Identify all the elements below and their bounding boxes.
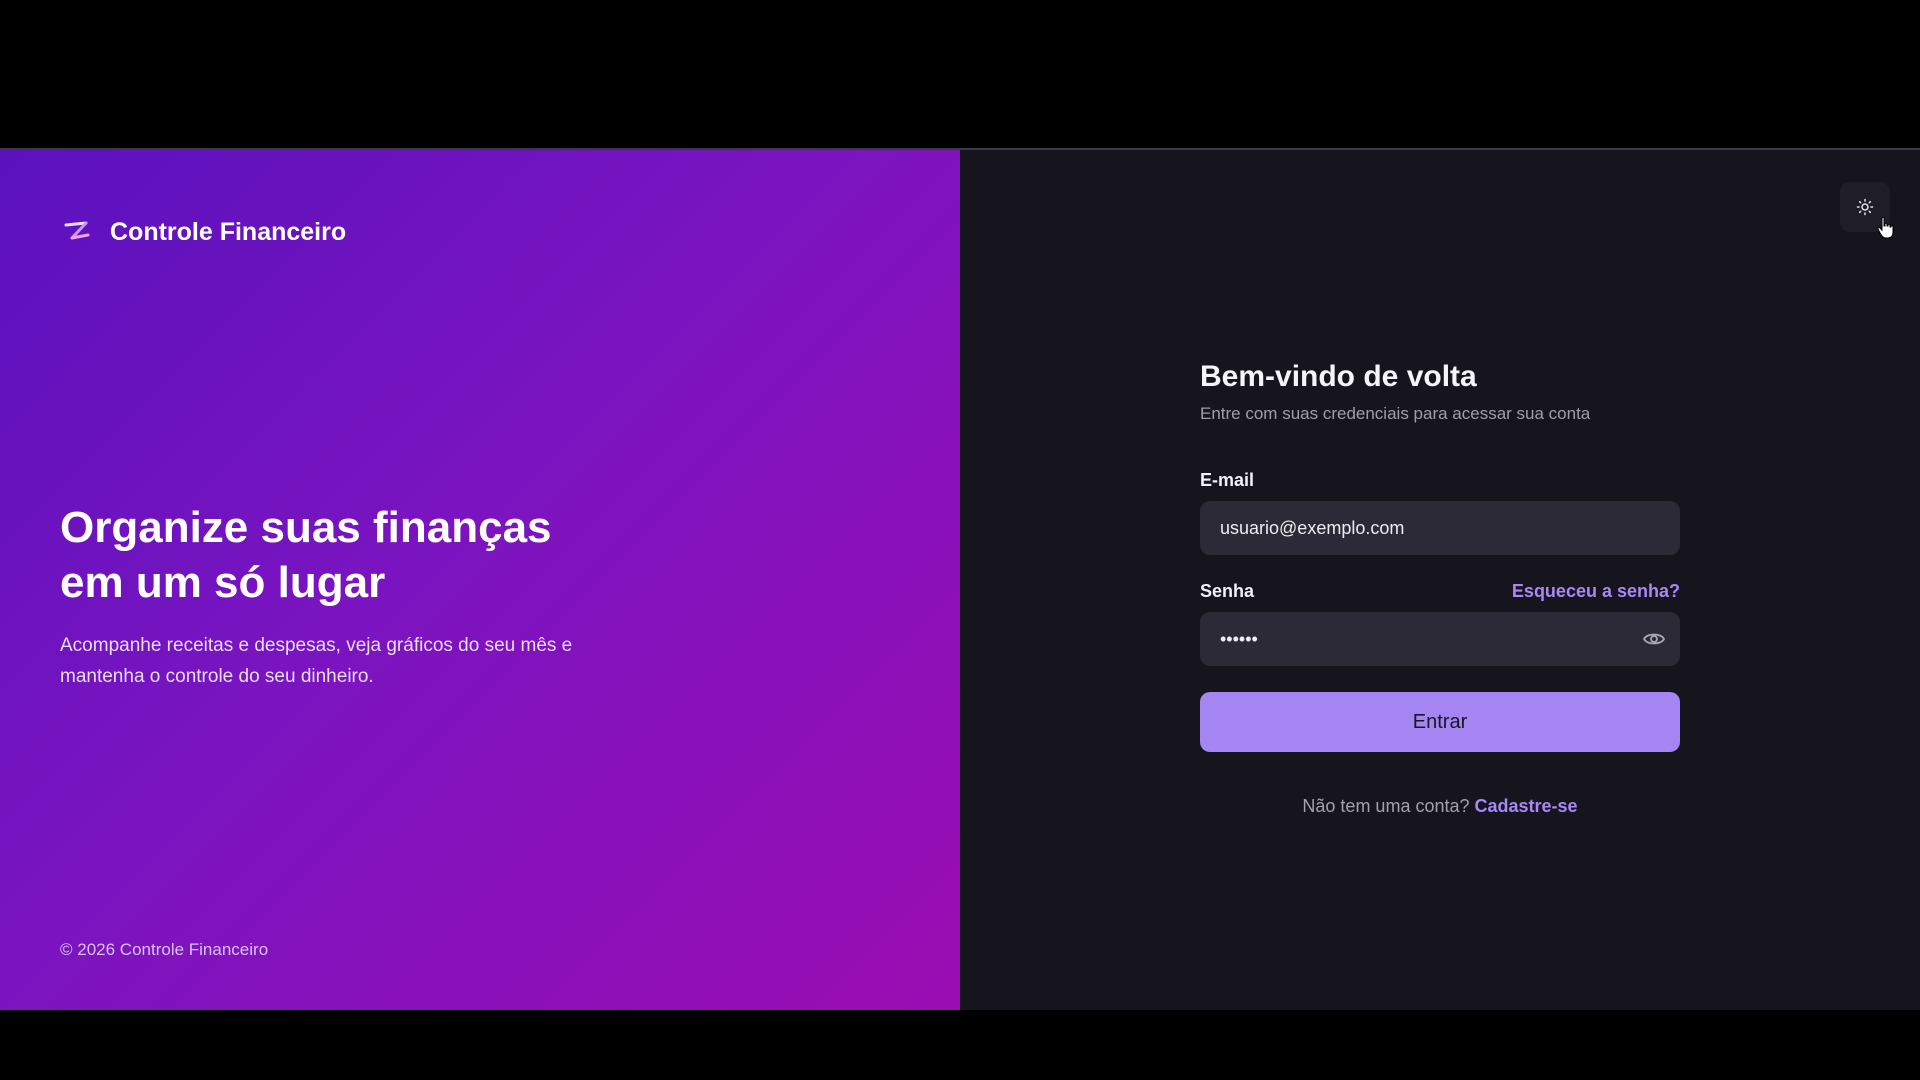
login-panel: Bem-vindo de volta Entre com suas creden…	[960, 150, 1920, 1010]
hero-description: Acompanhe receitas e despesas, veja gráf…	[60, 630, 620, 692]
password-input[interactable]	[1200, 612, 1680, 666]
copyright-text: © 2026 Controle Financeiro	[60, 940, 269, 959]
email-label: E-mail	[1200, 470, 1255, 490]
email-field-header: E-mail	[1200, 470, 1680, 491]
signup-prompt: Não tem uma conta? Cadastre-se	[1200, 796, 1680, 817]
hero-section: Organize suas finanças em um só lugar Ac…	[60, 500, 620, 692]
email-field	[1200, 501, 1680, 555]
login-submit-button[interactable]: Entrar	[1200, 692, 1680, 752]
hero-description-line-1: Acompanhe receitas e despesas, veja gráf…	[60, 635, 573, 656]
password-field	[1200, 612, 1680, 666]
finance-logo-icon	[64, 221, 90, 240]
email-input[interactable]	[1200, 501, 1680, 555]
pointer-cursor-icon	[1877, 216, 1894, 239]
forgot-password-link[interactable]: Esqueceu a senha?	[1512, 581, 1680, 602]
brand-header: Controle Financeiro	[62, 216, 346, 248]
brand-panel: Controle Financeiro Organize suas finanç…	[0, 150, 960, 1010]
signup-prompt-text: Não tem uma conta?	[1302, 796, 1470, 816]
password-field-header: Senha Esqueceu a senha?	[1200, 581, 1680, 602]
hero-title-line-1: Organize suas finanças	[60, 503, 552, 552]
app-window: Controle Financeiro Organize suas finanç…	[0, 148, 1920, 1010]
hero-title-line-2: em um só lugar	[60, 558, 386, 607]
signup-link[interactable]: Cadastre-se	[1475, 796, 1578, 816]
sun-icon	[1856, 198, 1874, 216]
login-form: Bem-vindo de volta Entre com suas creden…	[1200, 360, 1680, 817]
login-subtitle: Entre com suas credenciais para acessar …	[1200, 404, 1591, 423]
brand-name: Controle Financeiro	[110, 217, 347, 246]
hero-description-line-2: mantenha o controle do seu dinheiro.	[60, 666, 374, 687]
login-title: Bem-vindo de volta	[1200, 360, 1477, 393]
eye-icon[interactable]	[1642, 627, 1666, 651]
password-label: Senha	[1200, 581, 1255, 601]
hero-title: Organize suas finanças em um só lugar	[60, 500, 620, 610]
